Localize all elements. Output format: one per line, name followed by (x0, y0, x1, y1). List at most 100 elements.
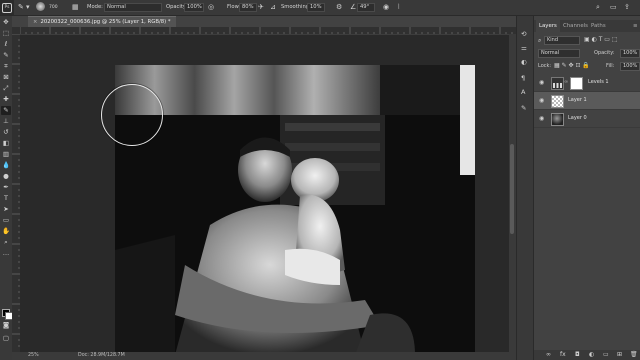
tab-paths[interactable]: Paths (588, 20, 609, 32)
smoothing-input[interactable]: 10% (307, 3, 325, 12)
panel-tabs: Layers Channels Paths ≡ (534, 20, 640, 32)
symmetry-icon[interactable]: ⦚ (398, 0, 399, 15)
angle-icon: ∠ (350, 3, 357, 11)
adjustments-icon[interactable]: ◐ (521, 58, 527, 66)
vertical-scrollbar[interactable] (509, 34, 516, 352)
type-icon[interactable]: T (1, 194, 11, 203)
share-icon[interactable]: ⇪ (624, 0, 630, 15)
kind-filter-select[interactable]: Kind (544, 36, 580, 45)
new-adjustment-icon[interactable]: ◐ (589, 351, 594, 358)
levels-adjustment-icon (551, 77, 564, 90)
mode-label: Mode: (87, 4, 103, 10)
blur-icon[interactable]: 💧 (1, 161, 11, 170)
mode-select[interactable]: Normal (104, 3, 162, 12)
link-layers-icon[interactable]: ∞ (546, 351, 551, 358)
document-canvas[interactable] (115, 65, 475, 355)
brush-settings-icon[interactable]: ▦ (72, 0, 79, 15)
pressure-size-icon[interactable]: ◉ (383, 0, 389, 15)
shape-icon[interactable]: ▭ (1, 216, 11, 225)
lasso-icon[interactable]: ℓ (1, 40, 11, 49)
app-logo: Ps (2, 3, 12, 13)
character-icon[interactable]: A (521, 88, 525, 96)
opacity-input[interactable]: 100% (184, 3, 204, 12)
blend-row: Normal Opacity: 100% (534, 49, 640, 59)
crop-icon[interactable]: ⌗ (1, 62, 11, 71)
layer-opacity-input[interactable]: 100% (620, 49, 640, 58)
gradient-icon[interactable]: ▥ (1, 150, 11, 159)
doc-size[interactable]: Doc: 28.9M/128.7M (78, 352, 125, 360)
horizontal-ruler[interactable] (20, 27, 516, 35)
layer-name[interactable]: Layer 0 (568, 110, 587, 127)
photo-artwork (115, 65, 475, 355)
marquee-icon[interactable]: ⬚ (1, 29, 11, 38)
lock-icons[interactable]: ▦ ✎ ✥ ⊡ 🔒 (554, 62, 590, 69)
blend-mode-select[interactable]: Normal (538, 49, 580, 58)
transparent-layer-thumbnail (551, 95, 564, 108)
delete-layer-icon[interactable]: 🗑 (630, 351, 638, 358)
hand-icon[interactable]: ✋ (1, 227, 11, 236)
lock-row: Lock: ▦ ✎ ✥ ⊡ 🔒 Fill: 100% (534, 62, 640, 72)
workspace-icon[interactable]: ▭ (610, 0, 617, 15)
brush-size-value: 700 (49, 5, 58, 10)
options-bar: Ps ✎ ▾ 700 ▦ Mode: Normal Opacity: 100% … (0, 0, 640, 16)
layer-style-icon[interactable]: fx (560, 351, 566, 358)
vertical-ruler[interactable] (12, 34, 20, 352)
add-mask-icon[interactable]: ◘ (575, 351, 580, 358)
more-tools-icon[interactable]: … (1, 249, 11, 258)
new-layer-icon[interactable]: ⊞ (617, 351, 622, 358)
screen-mode-icon[interactable]: ▢ (1, 334, 11, 343)
close-icon[interactable]: × (33, 19, 37, 25)
healing-icon[interactable]: ✚ (1, 95, 11, 104)
quick-mask-icon[interactable]: ◙ (1, 321, 11, 330)
chevron-down-icon[interactable]: ▾ (26, 0, 30, 15)
brush-icon[interactable]: ✎ (1, 106, 11, 115)
move-icon[interactable]: ✥ (1, 18, 11, 27)
fill-label: Fill: (606, 63, 615, 69)
home-button[interactable]: Ps (0, 0, 14, 15)
new-group-icon[interactable]: ▭ (603, 351, 609, 358)
zoom-icon[interactable]: ⌕ (1, 238, 11, 247)
quick-select-icon[interactable]: ✎ (1, 51, 11, 60)
paragraph-icon[interactable]: ¶ (521, 74, 525, 82)
filter-icons[interactable]: ▣ ◐ T ▭ ⬚ (584, 36, 618, 43)
history-icon[interactable]: ⟲ (521, 30, 526, 38)
eye-icon[interactable]: ◉ (539, 79, 544, 86)
properties-icon[interactable]: ⚌ (521, 44, 527, 52)
brush-tool-icon[interactable]: ✎ (18, 0, 24, 15)
layer-row-layer-1[interactable]: ◉ Layer 1 (534, 92, 640, 110)
eraser-icon[interactable]: ◧ (1, 139, 11, 148)
search-icon: ⌕ (538, 37, 542, 44)
layer-name[interactable]: Levels 1 (588, 74, 609, 91)
smoothing-icon[interactable]: ⊿ (270, 0, 276, 15)
layer-row-layer-0[interactable]: ◉ Layer 0 (534, 110, 640, 128)
layer-mask-thumbnail[interactable] (570, 77, 583, 90)
eye-icon[interactable]: ◉ (539, 115, 544, 122)
layer-name[interactable]: Layer 1 (568, 92, 587, 109)
panel-menu-icon[interactable]: ≡ (630, 20, 640, 32)
pressure-opacity-icon[interactable]: ◎ (208, 0, 214, 15)
layer-fill-input[interactable]: 100% (620, 62, 640, 71)
layer-row-levels-1[interactable]: ◉ ∞ Levels 1 (534, 74, 640, 92)
angle-input[interactable]: 49° (357, 3, 375, 12)
link-icon: ∞ (564, 79, 569, 85)
scrollbar-thumb[interactable] (510, 144, 514, 234)
zoom-level[interactable]: 25% (28, 352, 39, 360)
eyedropper-icon[interactable]: ⤢ (1, 84, 11, 93)
dodge-icon[interactable]: ● (1, 172, 11, 181)
clone-stamp-icon[interactable]: ⊥ (1, 117, 11, 126)
search-icon[interactable]: ⌕ (596, 0, 600, 15)
brushes-icon[interactable]: ✎ (521, 104, 526, 112)
pen-icon[interactable]: ✒ (1, 183, 11, 192)
lock-label: Lock: (538, 63, 552, 69)
airbrush-icon[interactable]: ✈ (258, 0, 264, 15)
path-select-icon[interactable]: ➤ (1, 205, 11, 214)
history-brush-icon[interactable]: ↺ (1, 128, 11, 137)
tab-layers[interactable]: Layers (536, 20, 560, 32)
flow-input[interactable]: 80% (239, 3, 257, 12)
document-tab-bar: × 20200322_000636.jpg @ 25% (Layer 1, RGB… (12, 16, 516, 28)
eye-icon[interactable]: ◉ (539, 97, 544, 104)
frame-icon[interactable]: ⊠ (1, 73, 11, 82)
tab-channels[interactable]: Channels (560, 20, 591, 32)
ruler-origin[interactable] (12, 27, 20, 34)
gear-icon[interactable]: ⚙ (336, 0, 342, 15)
